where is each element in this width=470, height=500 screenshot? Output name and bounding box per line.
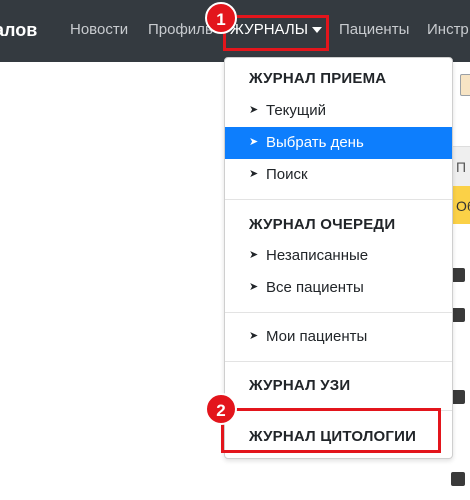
dropdown-item-current[interactable]: ➤ Текущий — [225, 95, 452, 127]
dropdown-item-my-patients[interactable]: ➤ Мои пациенты — [225, 321, 452, 353]
row-checkbox[interactable] — [451, 390, 465, 404]
arrow-right-icon: ➤ — [249, 249, 259, 261]
arrow-right-icon: ➤ — [249, 330, 259, 342]
dropdown-header-uzi[interactable]: ЖУРНАЛ УЗИ — [249, 377, 350, 394]
nav-patients[interactable]: Пациенты — [339, 21, 409, 38]
arrow-right-icon: ➤ — [249, 136, 259, 148]
dropdown-item-all-patients[interactable]: ➤ Все пациенты — [225, 272, 452, 304]
yellow-banner-fragment: Об — [452, 186, 470, 224]
dropdown-item-choose-day[interactable]: ➤ Выбрать день — [225, 127, 452, 159]
dropdown-divider — [225, 361, 452, 362]
calendar-icon[interactable] — [460, 74, 470, 96]
dropdown-item-unregistered[interactable]: ➤ Незаписанные — [225, 240, 452, 272]
dropdown-header-reception[interactable]: ЖУРНАЛ ПРИЕМА — [249, 70, 386, 87]
dropdown-divider — [225, 312, 452, 313]
arrow-right-icon: ➤ — [249, 281, 259, 293]
arrow-right-icon: ➤ — [249, 104, 259, 116]
nav-profile[interactable]: Профиль — [148, 21, 213, 38]
arrow-right-icon: ➤ — [249, 168, 259, 180]
annotation-box-cytology — [221, 408, 441, 453]
dropdown-header-queue[interactable]: ЖУРНАЛ ОЧЕРЕДИ — [249, 216, 395, 233]
nav-news[interactable]: Новости — [70, 21, 128, 38]
annotation-marker-2: 2 — [205, 393, 237, 425]
brand-logo-text[interactable]: алов — [0, 20, 37, 41]
journals-dropdown-menu: ЖУРНАЛ ПРИЕМА ➤ Текущий ➤ Выбрать день ➤… — [224, 57, 453, 459]
dropdown-item-search[interactable]: ➤ Поиск — [225, 159, 452, 191]
row-checkbox[interactable] — [451, 268, 465, 282]
row-checkbox[interactable] — [451, 472, 465, 486]
annotation-box-journals — [223, 15, 329, 51]
dropdown-divider — [225, 199, 452, 200]
row-checkbox[interactable] — [451, 308, 465, 322]
nav-tools[interactable]: Инстр — [427, 21, 469, 38]
annotation-marker-1: 1 — [205, 2, 237, 34]
